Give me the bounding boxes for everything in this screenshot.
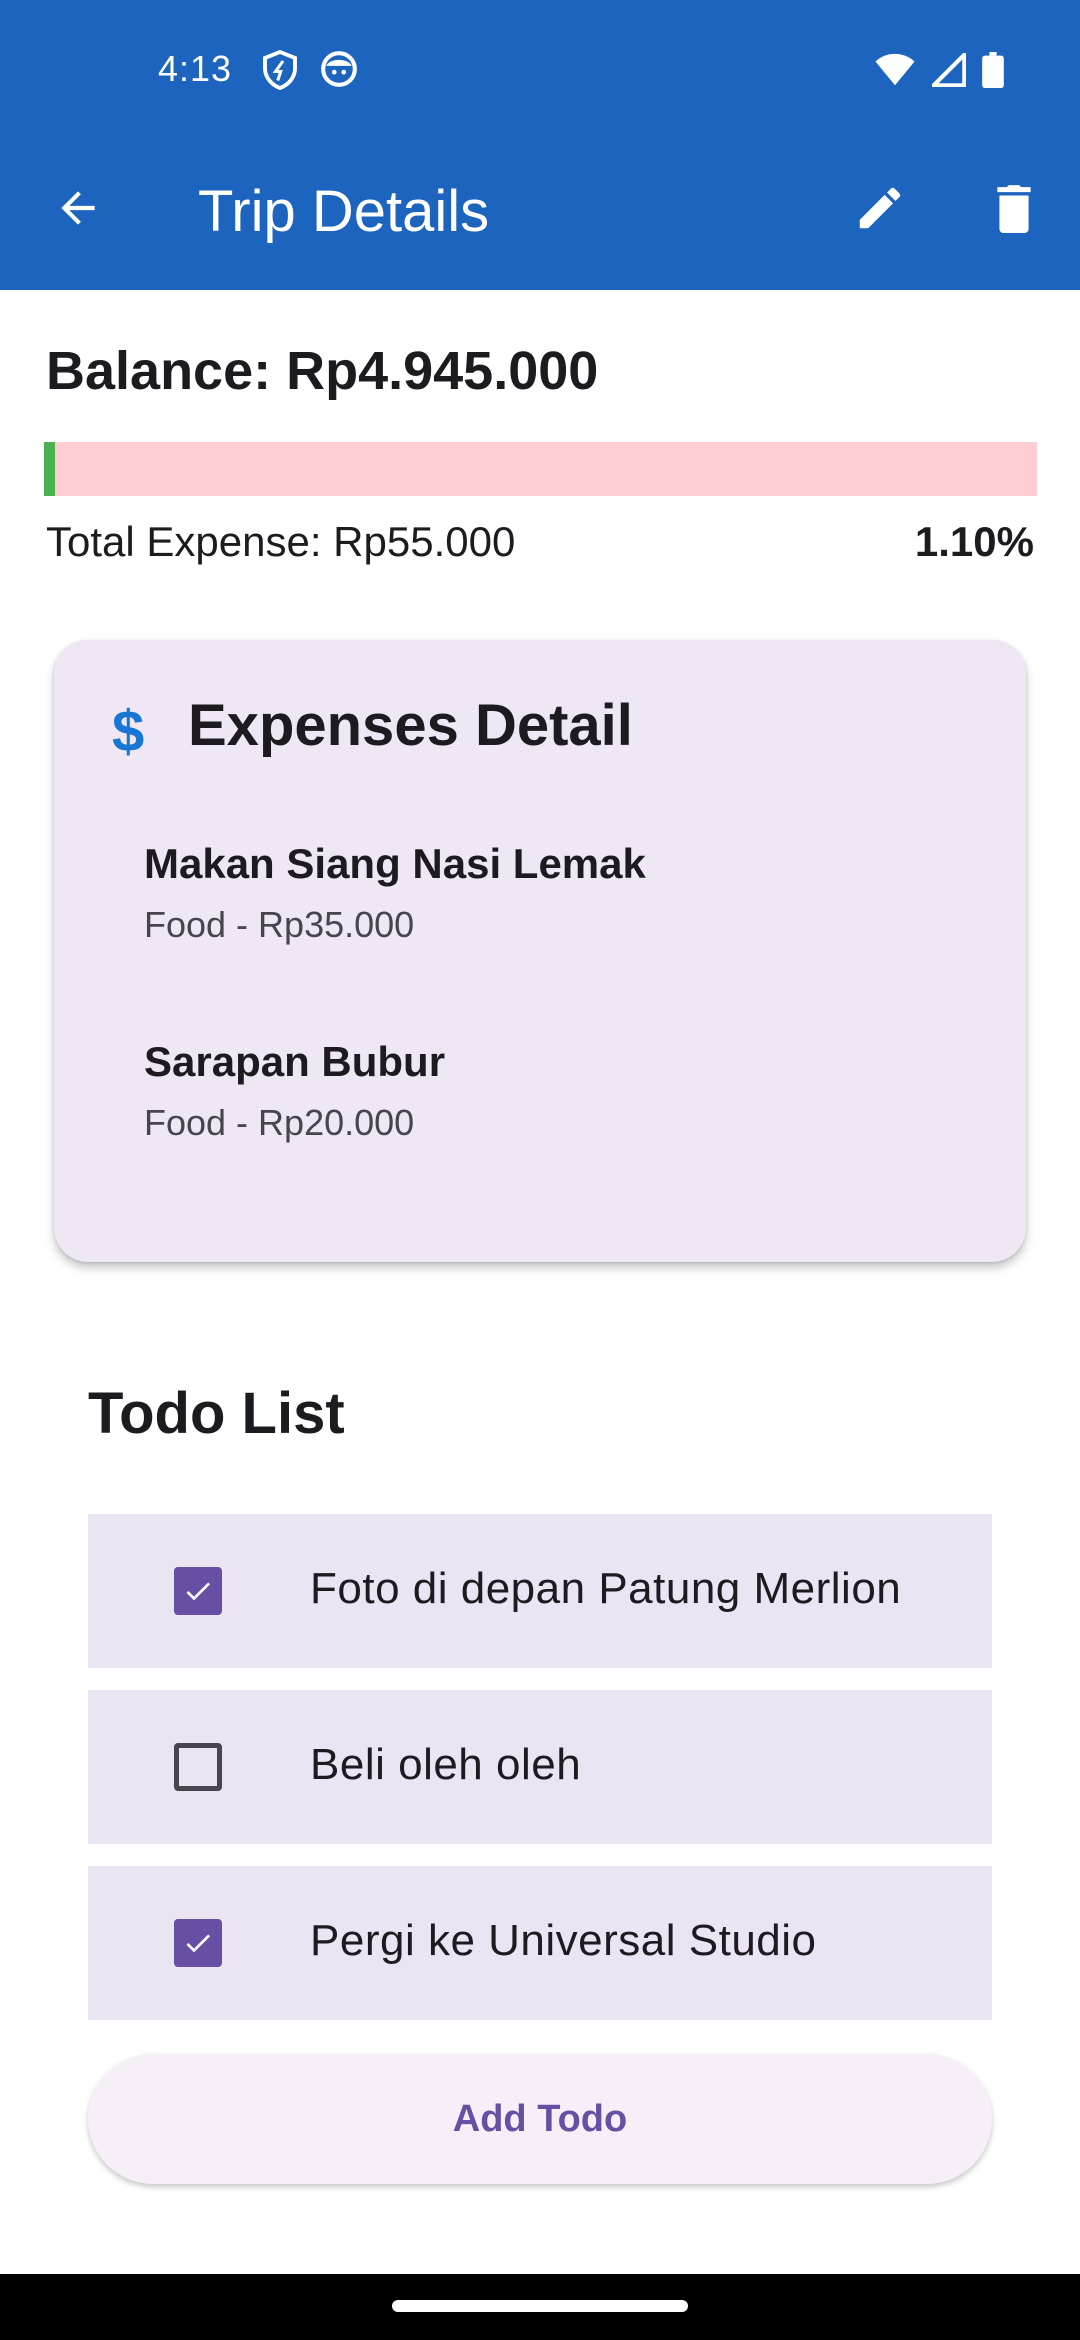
expense-percent: 1.10% [914,518,1034,565]
shield-icon [262,49,298,95]
face-icon [320,50,358,95]
edit-button[interactable] [846,176,914,244]
todo-checkbox[interactable] [174,1567,222,1615]
check-icon [186,1934,210,1953]
app-bar: Trip Details [0,140,1080,290]
status-bar: 4:13 [0,0,1080,140]
delete-button[interactable] [980,176,1048,244]
system-nav-bar [0,2274,1080,2340]
total-expense-text: Total Expense: Rp55.000 [46,518,516,565]
expenses-card: $ Expenses Detail Makan Siang Nasi Lemak… [54,640,1026,1262]
todo-item[interactable]: Foto di depan Patung Merlion [88,1514,992,1668]
add-todo-button[interactable]: Add Todo [88,2054,992,2184]
todo-label: Beli oleh oleh [310,1740,582,1789]
todo-label: Foto di depan Patung Merlion [310,1564,902,1613]
back-button[interactable] [44,176,112,244]
status-time: 4:13 [158,48,233,89]
wifi-icon [874,53,916,92]
todo-checkbox[interactable] [174,1919,222,1967]
signal-icon [931,52,967,92]
arrow-back-icon [53,183,103,238]
dollar-icon: $ [112,699,145,764]
expense-detail: Food - Rp20.000 [144,1102,415,1143]
page-title: Trip Details [198,179,490,244]
todo-checkbox[interactable] [174,1743,222,1791]
status-right-icons [874,52,1004,93]
expense-item[interactable]: Makan Siang Nasi Lemak Food - Rp35.000 [144,840,646,946]
expense-item[interactable]: Sarapan Bubur Food - Rp20.000 [144,1038,445,1144]
expense-progress-bar [44,442,1037,496]
expense-progress-fill [44,442,55,496]
status-left-icons [262,49,358,95]
todo-item[interactable]: Beli oleh oleh [88,1690,992,1844]
expense-name: Sarapan Bubur [144,1038,446,1085]
expense-detail: Food - Rp35.000 [144,904,415,945]
todo-label: Pergi ke Universal Studio [310,1916,817,1965]
home-indicator[interactable] [392,2300,688,2312]
expense-name: Makan Siang Nasi Lemak [144,840,646,887]
todo-list-title: Todo List [88,1381,345,1446]
battery-icon [982,52,1004,93]
expenses-title: Expenses Detail [188,693,633,758]
delete-icon [989,180,1039,241]
check-icon [186,1582,210,1601]
todo-item[interactable]: Pergi ke Universal Studio [88,1866,992,2020]
edit-icon [853,181,907,240]
balance-text: Balance: Rp4.945.000 [46,341,599,401]
